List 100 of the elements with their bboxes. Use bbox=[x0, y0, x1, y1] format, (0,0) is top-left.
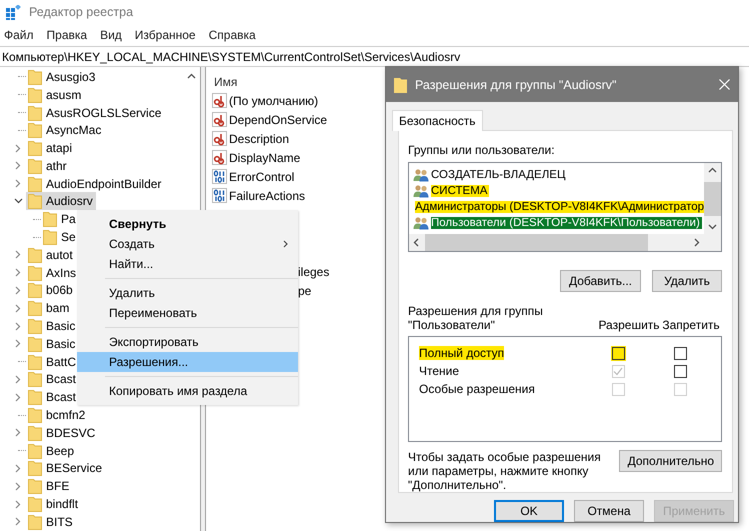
tree-item[interactable]: Bcast bbox=[26, 370, 80, 388]
scroll-up-icon[interactable] bbox=[708, 166, 717, 173]
tree-item[interactable]: BFE bbox=[26, 477, 72, 496]
tree-item[interactable]: athr bbox=[26, 156, 70, 175]
list-item[interactable]: Администраторы (DESKTOP-V8I4KFK\Администратор bbox=[415, 200, 704, 213]
folder-icon bbox=[28, 336, 42, 352]
folder-icon bbox=[28, 68, 42, 85]
value-name[interactable]: (По умолчанию) bbox=[229, 94, 318, 108]
tree-item[interactable]: Se bbox=[41, 228, 79, 246]
tree-item[interactable]: BITS bbox=[26, 512, 76, 531]
menu-item[interactable]: Экспортировать bbox=[77, 332, 298, 352]
tree-item[interactable]: bcmfn2 bbox=[26, 406, 88, 424]
scroll-left-icon[interactable] bbox=[413, 238, 419, 248]
folder-icon bbox=[28, 371, 42, 388]
menu-item[interactable]: Правка bbox=[46, 28, 88, 42]
tree-item[interactable]: AxIns bbox=[26, 264, 80, 282]
chevron-right-icon[interactable] bbox=[15, 339, 21, 348]
chevron-right-icon[interactable] bbox=[15, 517, 21, 526]
folder-icon bbox=[28, 478, 42, 494]
folder-icon bbox=[28, 318, 42, 334]
list-item[interactable]: СИСТЕМА bbox=[431, 184, 490, 197]
menu-item[interactable]: Создать bbox=[77, 234, 298, 254]
tree-item[interactable]: BattC bbox=[26, 352, 80, 371]
menu-item[interactable]: Справка bbox=[208, 28, 256, 42]
tree-item[interactable]: BDESVC bbox=[26, 424, 98, 442]
checkbox[interactable] bbox=[674, 346, 686, 360]
folder-icon bbox=[28, 104, 42, 120]
chevron-right-icon[interactable] bbox=[15, 304, 21, 313]
menu-item[interactable]: Разрешения... bbox=[77, 352, 298, 372]
scrollbar-thumb[interactable] bbox=[425, 234, 648, 252]
tree-item[interactable]: Beep bbox=[26, 442, 78, 460]
menu-item[interactable]: Избранное bbox=[134, 28, 196, 42]
folder-icon bbox=[28, 460, 42, 476]
chevron-right-icon[interactable] bbox=[15, 428, 21, 438]
menu-item[interactable]: Свернуть bbox=[77, 214, 298, 234]
menu-item[interactable]: Копировать имя раздела bbox=[77, 381, 298, 401]
tree-item[interactable]: AsusROGLSLService bbox=[26, 104, 164, 122]
chevron-right-icon[interactable] bbox=[15, 250, 21, 260]
scroll-down-icon[interactable] bbox=[708, 224, 717, 230]
chevron-right-icon[interactable] bbox=[15, 500, 21, 509]
users-list[interactable]: СОЗДАТЕЛЬ-ВЛАДЕЛЕЦ СИСТЕМА Администраторы (DESKTOP-V8I4KFK\Администратор Пользователи (DESKTOP-V8I4KFK\Пользователи) bbox=[408, 162, 722, 252]
tree-item[interactable]: Basic bbox=[26, 334, 78, 353]
dialog-button[interactable]: Отмена bbox=[574, 500, 644, 522]
value-name[interactable]: ileges bbox=[298, 264, 330, 278]
bits-icon bbox=[212, 169, 227, 184]
value-name[interactable]: FailureActions bbox=[229, 188, 306, 202]
tree-item[interactable]: bam bbox=[26, 299, 72, 318]
tree-item[interactable]: Pa bbox=[41, 210, 79, 228]
menu-item[interactable]: Файл bbox=[4, 28, 34, 42]
folder-icon bbox=[28, 407, 42, 424]
tree-item[interactable]: autot bbox=[26, 246, 76, 264]
menu-item[interactable]: Переименовать bbox=[77, 303, 298, 323]
column-header: Запретить bbox=[661, 318, 721, 332]
chevron-right-icon[interactable] bbox=[15, 144, 21, 153]
dialog-button[interactable]: OK bbox=[494, 500, 564, 522]
tree-item[interactable]: BEService bbox=[26, 459, 106, 478]
value-name[interactable]: DependOnService bbox=[229, 112, 328, 126]
close-icon[interactable] bbox=[719, 79, 730, 90]
tree-item[interactable]: AudioEndpointBuilder bbox=[26, 174, 164, 193]
chevron-right-icon[interactable] bbox=[15, 464, 21, 473]
scroll-up-icon[interactable] bbox=[187, 73, 196, 79]
advanced-button[interactable]: Дополнительно bbox=[618, 450, 722, 472]
value-name[interactable]: ErrorControl bbox=[229, 170, 294, 184]
chevron-right-icon[interactable] bbox=[15, 286, 21, 295]
chevron-right-icon[interactable] bbox=[15, 392, 21, 402]
chevron-right-icon[interactable] bbox=[15, 161, 21, 170]
list-item[interactable]: Пользователи (DESKTOP-V8I4KFK\Пользователи) bbox=[431, 216, 702, 229]
chevron-right-icon[interactable] bbox=[15, 322, 21, 331]
value-name[interactable]: Description bbox=[229, 132, 290, 146]
list-item[interactable]: СОЗДАТЕЛЬ-ВЛАДЕЛЕЦ bbox=[431, 168, 568, 181]
tree-item[interactable]: b06b bbox=[26, 281, 76, 300]
value-name[interactable]: DisplayName bbox=[229, 150, 300, 164]
tree-item[interactable]: Audiosrv bbox=[26, 192, 96, 210]
value-name[interactable]: pe bbox=[298, 284, 312, 298]
scroll-right-icon[interactable] bbox=[694, 238, 700, 248]
chevron-right-icon[interactable] bbox=[15, 268, 21, 278]
groups-label: Группы или пользователи: bbox=[408, 143, 556, 159]
tree-item[interactable]: Basic bbox=[26, 317, 78, 336]
scrollbar-thumb[interactable] bbox=[704, 182, 721, 216]
dialog-title: Разрешения для группы "Audiosrv" bbox=[415, 78, 618, 92]
tree-item[interactable]: Bcast bbox=[26, 388, 80, 406]
menu-item[interactable]: Удалить bbox=[77, 283, 298, 303]
dialog-button[interactable]: Удалить bbox=[652, 270, 722, 292]
menu-item[interactable]: Вид bbox=[100, 28, 122, 42]
permission-name: Особые разрешения bbox=[419, 382, 535, 396]
chevron-down-icon[interactable] bbox=[14, 198, 22, 204]
permission-name: Чтение bbox=[419, 364, 460, 378]
tree-item[interactable]: bindflt bbox=[26, 495, 82, 514]
tree-item[interactable]: AsyncMac bbox=[26, 121, 104, 140]
tree-item[interactable]: atapi bbox=[26, 139, 76, 158]
checkbox[interactable] bbox=[674, 364, 686, 378]
chevron-right-icon[interactable] bbox=[15, 374, 21, 384]
tab[interactable]: Безопасность bbox=[392, 110, 483, 131]
dialog-button[interactable]: Добавить... bbox=[560, 270, 641, 292]
tree-item[interactable]: asusm bbox=[26, 86, 84, 104]
chevron-right-icon[interactable] bbox=[15, 179, 21, 188]
checkbox[interactable] bbox=[612, 346, 624, 360]
tree-item[interactable]: Asusgio3 bbox=[26, 68, 98, 86]
chevron-right-icon[interactable] bbox=[15, 482, 21, 491]
menu-item[interactable]: Найти... bbox=[77, 254, 298, 274]
